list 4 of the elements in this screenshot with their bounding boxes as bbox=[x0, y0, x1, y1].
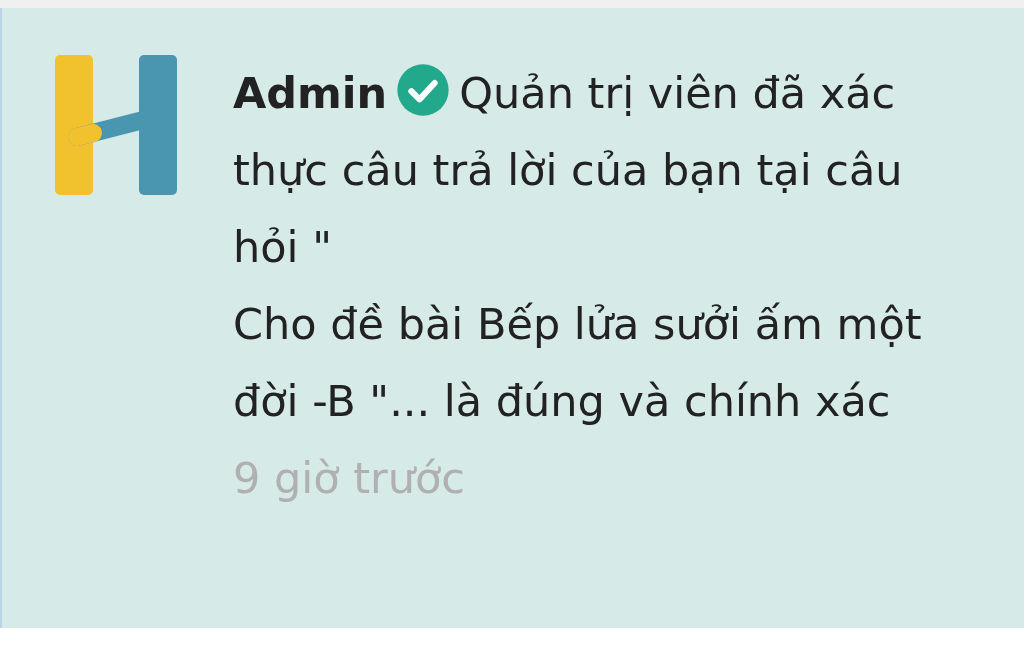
timestamp: 9 giờ trước bbox=[233, 452, 466, 505]
notification-text: Admin Quản trị viên đã xác thực câu trả lời của bạn tại câu hỏi " Cho đề bài Bếp lửa sưởi ấm một đời -B "... là đúng và chính xác bbox=[233, 55, 978, 440]
logo-icon bbox=[55, 55, 177, 195]
notification-card[interactable]: Admin Quản trị viên đã xác thực câu trả lời của bạn tại câu hỏi " Cho đề bài Bếp lửa sưởi ấm một đời -B "... là đúng và chính xác 9 giờ trước bbox=[0, 8, 1024, 628]
